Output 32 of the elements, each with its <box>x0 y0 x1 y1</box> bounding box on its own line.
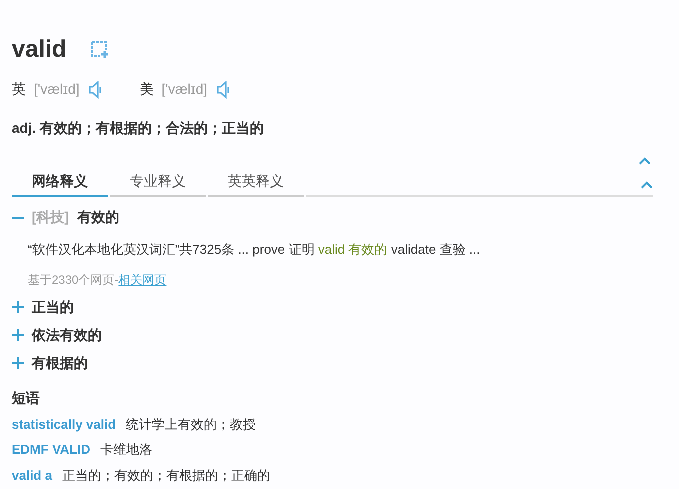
phrase-link[interactable]: statistically valid <box>12 414 116 434</box>
headword: valid <box>12 38 67 62</box>
phrase-link[interactable]: valid a <box>12 466 52 485</box>
plus-icon[interactable] <box>12 301 24 313</box>
tab[interactable]: 英英释义 <box>208 171 304 197</box>
phrase-meaning: 统计学上有效的；教授 <box>126 416 256 434</box>
phrase-link[interactable]: EDMF VALID <box>12 440 90 460</box>
tab[interactable]: 专业释义 <box>110 171 206 197</box>
region-label: 美 <box>140 80 154 99</box>
sense-meaning: 有效的 <box>77 208 120 227</box>
sense-meaning: 有根据的 <box>32 354 88 372</box>
speaker-icon[interactable] <box>88 80 102 98</box>
add-to-wordbook-icon[interactable] <box>90 41 109 59</box>
region-label: 英 <box>12 80 26 99</box>
phrase-meaning: 正当的；有效的；有根据的；正确的 <box>62 466 270 484</box>
related-pages-link[interactable]: 相关网页 <box>118 270 167 288</box>
chevron-up-icon[interactable] <box>641 181 653 189</box>
phonetic: ['vælɪd] <box>162 80 208 99</box>
example-sentence: “软件汉化本地化英汉词汇”共7325条 ... prove 证明 valid 有效的 validate 查验 ... <box>28 241 482 259</box>
plus-icon[interactable] <box>12 357 24 369</box>
sense-meaning: 依法有效的 <box>32 326 102 344</box>
speaker-icon[interactable] <box>216 80 230 98</box>
plus-icon[interactable] <box>12 329 24 341</box>
source-note: 基于2330个网页- <box>28 272 119 288</box>
phonetic: ['vælɪd] <box>34 80 80 99</box>
sense-meaning: 正当的 <box>32 298 74 316</box>
phrases-heading: 短语 <box>12 388 41 408</box>
tab[interactable]: 网络释义 <box>12 171 108 197</box>
phrase-meaning: 卡维地洛 <box>100 441 152 459</box>
domain-tag: [科技] <box>32 207 70 228</box>
chevron-up-icon[interactable] <box>639 157 651 165</box>
definition: adj. 有效的；有根据的；合法的；正当的 <box>12 119 266 138</box>
